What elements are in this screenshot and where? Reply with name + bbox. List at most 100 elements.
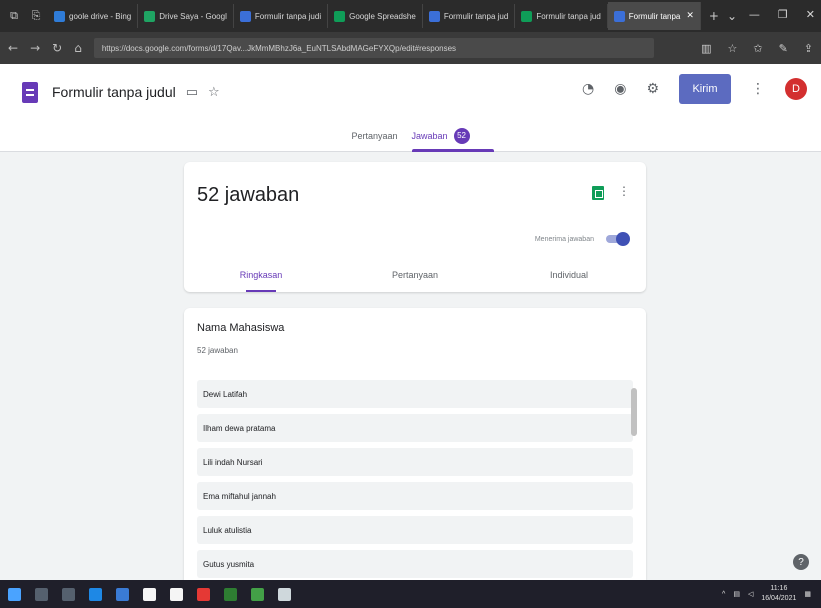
tab-favicon-icon bbox=[521, 10, 533, 22]
home-icon[interactable]: ⌂ bbox=[74, 41, 82, 55]
main-content: 52 jawaban ⋮ Menerima jawaban Ringkasan … bbox=[0, 152, 821, 580]
tab-dropdown-icon[interactable]: ⌄ bbox=[727, 9, 737, 23]
forward-icon[interactable]: → bbox=[30, 41, 40, 55]
browser-tab-label: Google Spreadshe bbox=[349, 11, 416, 21]
browser-tab[interactable]: goole drive - Bing bbox=[48, 4, 139, 28]
more-vert-icon[interactable]: ⋮ bbox=[751, 81, 765, 97]
sheets-app-icon[interactable] bbox=[251, 587, 264, 601]
list-item: Ema miftahul jannah bbox=[197, 482, 633, 510]
tab-questions-label: Pertanyaan bbox=[351, 130, 398, 141]
form-title[interactable]: Formulir tanpa judul bbox=[52, 84, 176, 100]
tab-preview-icon[interactable]: ⎘ bbox=[28, 8, 44, 24]
browser-tab[interactable]: Formulir tanpa ✕ bbox=[607, 2, 701, 30]
question-summary-card: Nama Mahasiswa 52 jawaban Dewi Latifah Il… bbox=[184, 308, 646, 580]
start-icon[interactable] bbox=[8, 587, 21, 601]
avatar[interactable]: D bbox=[785, 78, 807, 100]
tab-favicon-icon bbox=[144, 10, 156, 22]
favorite-star-icon[interactable]: ☆ bbox=[727, 42, 737, 55]
edge-icon[interactable] bbox=[89, 587, 102, 601]
send-button[interactable]: Kirim bbox=[679, 74, 731, 104]
mail-icon[interactable] bbox=[170, 587, 183, 601]
settings-gear-icon[interactable]: ⚙ bbox=[646, 81, 659, 97]
tab-favicon-icon bbox=[239, 10, 251, 22]
scrollbar-thumb[interactable] bbox=[631, 388, 637, 436]
accepting-responses-label: Menerima jawaban bbox=[534, 236, 594, 243]
tab-close-icon[interactable]: ✕ bbox=[686, 11, 694, 21]
minimize-icon[interactable]: — bbox=[749, 8, 760, 21]
pen-icon[interactable]: ✎ bbox=[779, 42, 788, 55]
network-icon[interactable]: ▤ bbox=[733, 590, 740, 598]
browser-tab[interactable]: Formulir tanpa jud bbox=[515, 4, 608, 28]
responses-count-title: 52 jawaban bbox=[197, 184, 300, 206]
help-icon[interactable]: ? bbox=[793, 554, 809, 570]
responses-summary-card: 52 jawaban ⋮ Menerima jawaban Ringkasan … bbox=[184, 162, 646, 292]
browser-tab[interactable]: Formulir tanpa judi bbox=[234, 4, 329, 28]
accepting-responses-toggle[interactable] bbox=[606, 232, 630, 246]
list-item: Dewi Latifah bbox=[197, 380, 633, 408]
list-item: Lili indah Nursari bbox=[197, 448, 633, 476]
browser-tab[interactable]: Drive Saya - Googl bbox=[138, 4, 234, 28]
search-icon[interactable] bbox=[35, 587, 48, 601]
google-sheets-icon[interactable] bbox=[592, 186, 604, 200]
clock-date: 16/04/2021 bbox=[761, 595, 797, 602]
back-icon[interactable]: ← bbox=[8, 41, 18, 55]
star-icon[interactable]: ☆ bbox=[208, 85, 220, 100]
tab-questions[interactable]: Pertanyaan bbox=[351, 120, 397, 152]
tab-favicon-icon bbox=[613, 10, 625, 22]
new-tab-icon[interactable]: + bbox=[709, 9, 719, 23]
folder-icon[interactable]: ▭ bbox=[186, 85, 198, 100]
store-icon[interactable] bbox=[143, 587, 156, 601]
clock-time: 11:16 bbox=[770, 585, 788, 592]
favorites-icon[interactable]: ✩ bbox=[753, 42, 762, 55]
window-controls: — ❐ ✕ bbox=[749, 8, 815, 21]
volume-icon[interactable]: ◁ bbox=[748, 590, 753, 598]
restore-icon[interactable]: ❐ bbox=[778, 8, 788, 21]
url-field[interactable]: https://docs.google.com/forms/d/17Qav...… bbox=[93, 38, 654, 58]
system-tray: ^ ▤ ◁ 11:16 16/04/2021 ▦ bbox=[722, 584, 811, 604]
tray-chevron-icon[interactable]: ^ bbox=[722, 591, 725, 598]
list-item: Gutus yusmita bbox=[197, 550, 633, 578]
browser-tab-label: Formulir tanpa jud bbox=[443, 11, 509, 21]
browser-tab[interactable]: Google Spreadshe bbox=[328, 4, 423, 28]
list-item: Luluk atulistia bbox=[197, 516, 633, 544]
url-text: https://docs.google.com/forms/d/17Qav...… bbox=[101, 43, 457, 53]
tab-summary[interactable]: Ringkasan bbox=[184, 270, 338, 292]
preview-eye-icon[interactable]: ◉ bbox=[614, 81, 626, 97]
share-icon[interactable]: ⇪ bbox=[804, 42, 813, 55]
explorer-icon[interactable] bbox=[116, 587, 129, 601]
tab-favicon-icon bbox=[54, 10, 65, 22]
tab-individual[interactable]: Individual bbox=[492, 270, 646, 292]
tab-actions-icon[interactable]: ⧉ bbox=[6, 8, 22, 24]
more-options-icon[interactable]: ⋮ bbox=[618, 184, 630, 198]
google-forms-logo-icon[interactable] bbox=[22, 81, 38, 103]
photos-icon[interactable] bbox=[278, 587, 291, 601]
notification-icon[interactable]: ▦ bbox=[804, 590, 811, 598]
clock[interactable]: 11:16 16/04/2021 bbox=[761, 584, 796, 604]
close-window-icon[interactable]: ✕ bbox=[806, 8, 815, 21]
refresh-icon[interactable]: ↻ bbox=[52, 41, 62, 55]
forms-header: Formulir tanpa judul ▭ ☆ ◔ ◉ ⚙ Kirim ⋮ D bbox=[0, 64, 821, 120]
question-response-count: 52 jawaban bbox=[197, 346, 238, 355]
answer-list-scrollbar[interactable] bbox=[630, 380, 638, 580]
browser-tab[interactable]: Formulir tanpa jud bbox=[423, 4, 516, 28]
browser-tab-label: Formulir tanpa judi bbox=[254, 11, 322, 21]
tab-responses[interactable]: Jawaban 52 bbox=[411, 120, 494, 152]
question-title: Nama Mahasiswa bbox=[197, 322, 285, 334]
tab-question-view[interactable]: Pertanyaan bbox=[338, 270, 492, 292]
tab-favicon-icon bbox=[428, 10, 440, 22]
palette-icon[interactable]: ◔ bbox=[582, 81, 594, 97]
list-item: Ilham dewa pratama bbox=[197, 414, 633, 442]
toggle-knob bbox=[616, 232, 630, 246]
app-icon[interactable] bbox=[197, 587, 210, 601]
browser-tabs: goole drive - Bing Drive Saya - Googl Form… bbox=[48, 0, 701, 32]
browser-tab-label: Drive Saya - Googl bbox=[159, 11, 227, 21]
browser-tab-label: Formulir tanpa bbox=[628, 11, 681, 21]
browser-tab-label: goole drive - Bing bbox=[69, 11, 132, 21]
task-view-icon[interactable] bbox=[62, 587, 75, 601]
responses-count-badge: 52 bbox=[453, 127, 470, 144]
windows-taskbar: ^ ▤ ◁ 11:16 16/04/2021 ▦ bbox=[0, 580, 821, 608]
excel-icon[interactable] bbox=[224, 587, 237, 601]
reading-view-icon[interactable]: ▥ bbox=[701, 42, 711, 55]
address-bar-icons: ▥ ☆ ✩ ✎ ⇪ bbox=[701, 42, 813, 55]
responses-view-tabs: Ringkasan Pertanyaan Individual bbox=[184, 270, 646, 292]
